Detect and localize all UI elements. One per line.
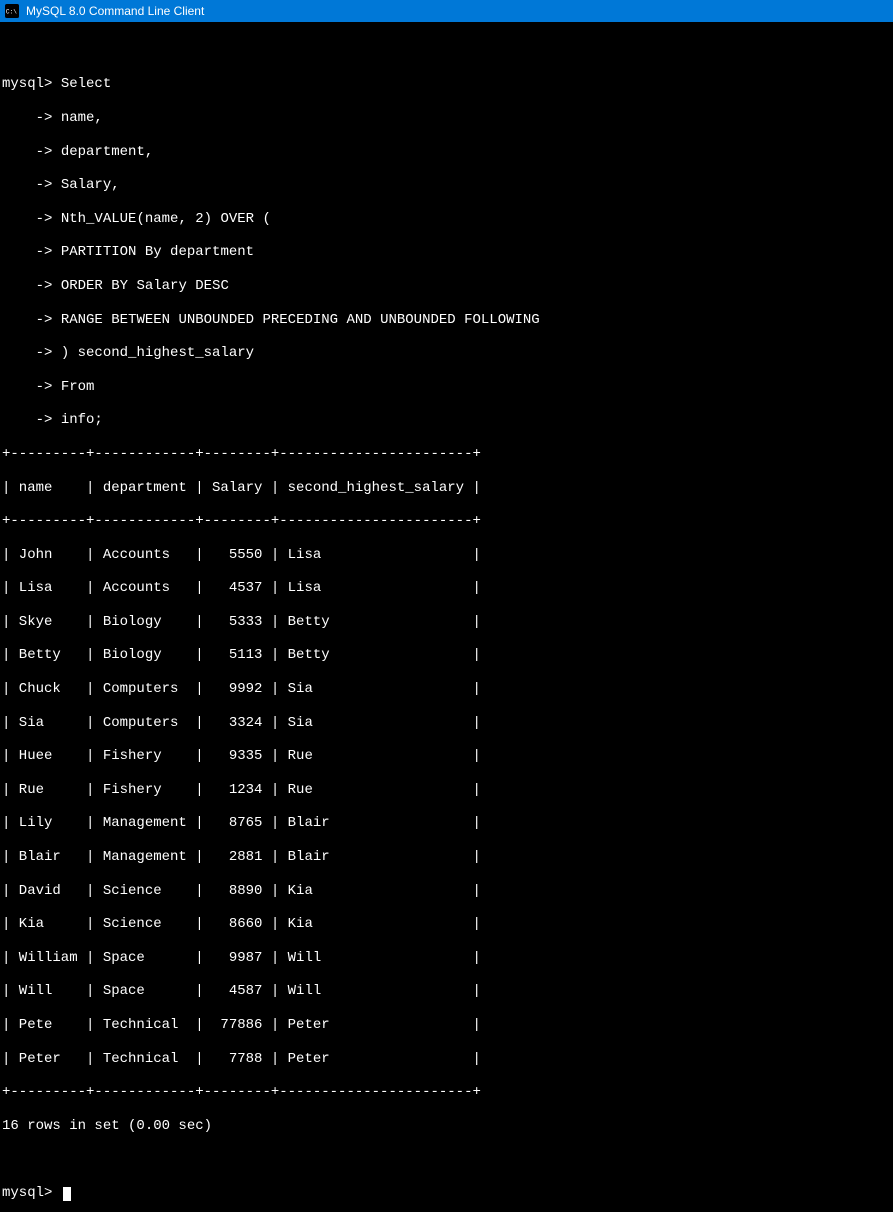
table-row: | Sia | Computers | 3324 | Sia | xyxy=(2,715,891,732)
terminal-output[interactable]: mysql> Select -> name, -> department, ->… xyxy=(0,22,893,1212)
table-row: | Peter | Technical | 7788 | Peter | xyxy=(2,1051,891,1068)
table-row: | William | Space | 9987 | Will | xyxy=(2,950,891,967)
table-border: +---------+------------+--------+-------… xyxy=(2,446,891,463)
query-cont-line: -> name, xyxy=(2,110,891,127)
query-cont-line: -> info; xyxy=(2,412,891,429)
table-row: | Betty | Biology | 5113 | Betty | xyxy=(2,647,891,664)
query-cont-line: -> ORDER BY Salary DESC xyxy=(2,278,891,295)
query-line: mysql> Select xyxy=(2,76,891,93)
table-row: | Rue | Fishery | 1234 | Rue | xyxy=(2,782,891,799)
table-row: | Lisa | Accounts | 4537 | Lisa | xyxy=(2,580,891,597)
query-cont-line: -> Salary, xyxy=(2,177,891,194)
svg-text:C:\: C:\ xyxy=(6,9,17,16)
query-cont-line: -> Nth_VALUE(name, 2) OVER ( xyxy=(2,211,891,228)
table-border: +---------+------------+--------+-------… xyxy=(2,513,891,530)
table-border: +---------+------------+--------+-------… xyxy=(2,1084,891,1101)
table-row: | Will | Space | 4587 | Will | xyxy=(2,983,891,1000)
blank-line xyxy=(2,1151,891,1168)
window-title: MySQL 8.0 Command Line Client xyxy=(26,4,204,18)
table-row: | Skye | Biology | 5333 | Betty | xyxy=(2,614,891,631)
prompt-line[interactable]: mysql> xyxy=(2,1185,891,1202)
table-row: | John | Accounts | 5550 | Lisa | xyxy=(2,547,891,564)
table-row: | Chuck | Computers | 9992 | Sia | xyxy=(2,681,891,698)
table-header: | name | department | Salary | second_hi… xyxy=(2,480,891,497)
result-footer: 16 rows in set (0.00 sec) xyxy=(2,1118,891,1135)
window-titlebar[interactable]: C:\ MySQL 8.0 Command Line Client xyxy=(0,0,893,22)
table-row: | Huee | Fishery | 9335 | Rue | xyxy=(2,748,891,765)
table-row: | Pete | Technical | 77886 | Peter | xyxy=(2,1017,891,1034)
query-cont-line: -> ) second_highest_salary xyxy=(2,345,891,362)
blank-line xyxy=(2,43,891,60)
query-cont-line: -> PARTITION By department xyxy=(2,244,891,261)
cursor xyxy=(63,1187,71,1201)
table-row: | Lily | Management | 8765 | Blair | xyxy=(2,815,891,832)
query-cont-line: -> RANGE BETWEEN UNBOUNDED PRECEDING AND… xyxy=(2,312,891,329)
table-row: | Blair | Management | 2881 | Blair | xyxy=(2,849,891,866)
query-cont-line: -> From xyxy=(2,379,891,396)
query-cont-line: -> department, xyxy=(2,144,891,161)
mysql-icon: C:\ xyxy=(4,3,20,19)
table-row: | Kia | Science | 8660 | Kia | xyxy=(2,916,891,933)
table-row: | David | Science | 8890 | Kia | xyxy=(2,883,891,900)
